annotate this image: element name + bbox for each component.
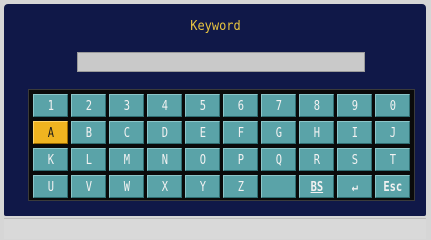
key-f[interactable]: F bbox=[223, 121, 258, 144]
key-label: X bbox=[161, 180, 168, 195]
key-label: 6 bbox=[237, 99, 244, 114]
key-label: S bbox=[351, 153, 358, 168]
key-c[interactable]: C bbox=[109, 121, 144, 144]
key-enter[interactable]: ↵ bbox=[337, 175, 372, 198]
key-k[interactable]: K bbox=[33, 148, 68, 171]
keyword-input-field[interactable] bbox=[77, 52, 365, 72]
key-label: Q bbox=[275, 153, 282, 168]
key-label: 3 bbox=[123, 99, 130, 114]
status-bar bbox=[4, 218, 426, 239]
key-escape[interactable]: Esc bbox=[375, 175, 410, 198]
key-label: T bbox=[389, 153, 396, 168]
key-label: I bbox=[351, 126, 358, 141]
key-label: V bbox=[85, 180, 92, 195]
key-j[interactable]: J bbox=[375, 121, 410, 144]
key-d[interactable]: D bbox=[147, 121, 182, 144]
key-label: Z bbox=[237, 180, 244, 195]
key-e[interactable]: E bbox=[185, 121, 220, 144]
key-w[interactable]: W bbox=[109, 175, 144, 198]
key-n[interactable]: N bbox=[147, 148, 182, 171]
key-b[interactable]: B bbox=[71, 121, 106, 144]
key-label: E bbox=[199, 126, 206, 141]
key-label: 9 bbox=[351, 99, 358, 114]
key-u[interactable]: U bbox=[33, 175, 68, 198]
key-label: Esc bbox=[383, 180, 402, 195]
key-i[interactable]: I bbox=[337, 121, 372, 144]
key-o[interactable]: O bbox=[185, 148, 220, 171]
key-label: L bbox=[85, 153, 92, 168]
key-label: D bbox=[161, 126, 168, 141]
key-label: M bbox=[123, 153, 130, 168]
key-label: B bbox=[85, 126, 92, 141]
key-x[interactable]: X bbox=[147, 175, 182, 198]
key-2[interactable]: 2 bbox=[71, 94, 106, 117]
key-label: U bbox=[47, 180, 54, 195]
key-1[interactable]: 1 bbox=[33, 94, 68, 117]
key-m[interactable]: M bbox=[109, 148, 144, 171]
key-label: P bbox=[237, 153, 244, 168]
key-7[interactable]: 7 bbox=[261, 94, 296, 117]
key-q[interactable]: Q bbox=[261, 148, 296, 171]
key-r[interactable]: R bbox=[299, 148, 334, 171]
key-p[interactable]: P bbox=[223, 148, 258, 171]
key-z[interactable]: Z bbox=[223, 175, 258, 198]
key-a[interactable]: A bbox=[33, 121, 68, 144]
key-label: 2 bbox=[85, 99, 92, 114]
key-t[interactable]: T bbox=[375, 148, 410, 171]
key-label: 4 bbox=[161, 99, 168, 114]
key-6[interactable]: 6 bbox=[223, 94, 258, 117]
key-9[interactable]: 9 bbox=[337, 94, 372, 117]
key-y[interactable]: Y bbox=[185, 175, 220, 198]
key-label: F bbox=[237, 126, 244, 141]
key-label: J bbox=[389, 126, 396, 141]
key-8[interactable]: 8 bbox=[299, 94, 334, 117]
key-3[interactable]: 3 bbox=[109, 94, 144, 117]
key-l[interactable]: L bbox=[71, 148, 106, 171]
key-label: G bbox=[275, 126, 282, 141]
key-label: A bbox=[47, 126, 54, 141]
key-label: W bbox=[123, 180, 130, 195]
key-label: R bbox=[313, 153, 320, 168]
key-0[interactable]: 0 bbox=[375, 94, 410, 117]
key-label: BS bbox=[310, 180, 323, 195]
dialog-title: Keyword bbox=[190, 19, 241, 34]
key-blank[interactable] bbox=[261, 175, 296, 198]
on-screen-keyboard: 1 2 3 4 5 6 7 8 9 0 A B C D E F G H I J K L M N O P Q R S T U V W X Y Z BS ↵ E… bbox=[28, 89, 415, 201]
key-label: 0 bbox=[389, 99, 396, 114]
key-4[interactable]: 4 bbox=[147, 94, 182, 117]
key-5[interactable]: 5 bbox=[185, 94, 220, 117]
key-label: H bbox=[313, 126, 320, 141]
key-label: 7 bbox=[275, 99, 282, 114]
key-label: 1 bbox=[47, 99, 54, 114]
key-backspace[interactable]: BS bbox=[299, 175, 334, 198]
key-label: 8 bbox=[313, 99, 320, 114]
key-label: 5 bbox=[199, 99, 206, 114]
key-label: C bbox=[123, 126, 130, 141]
key-g[interactable]: G bbox=[261, 121, 296, 144]
key-label: K bbox=[47, 153, 54, 168]
key-s[interactable]: S bbox=[337, 148, 372, 171]
key-v[interactable]: V bbox=[71, 175, 106, 198]
key-label: Y bbox=[199, 180, 206, 195]
key-label: N bbox=[161, 153, 168, 168]
key-label: O bbox=[199, 153, 206, 168]
keyword-entry-screen: Keyword 1 2 3 4 5 6 7 8 9 0 A B C D E F G H I J K L M N O P Q R S T U V… bbox=[0, 0, 431, 240]
key-label: ↵ bbox=[351, 180, 358, 195]
key-h[interactable]: H bbox=[299, 121, 334, 144]
